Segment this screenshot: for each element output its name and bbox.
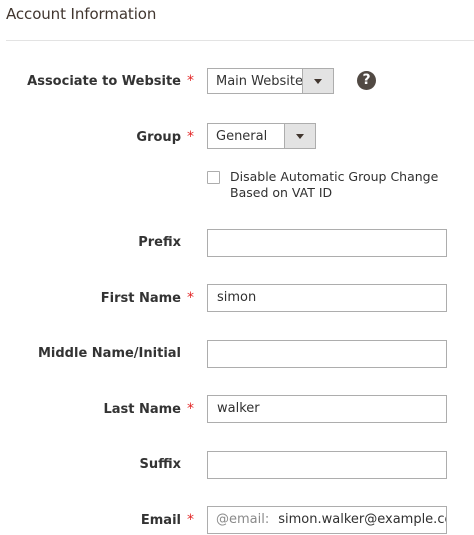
group-label: Group	[136, 130, 181, 145]
group-select[interactable]: General	[207, 123, 316, 149]
email-input[interactable]: @email: simon.walker@example.com	[207, 506, 447, 534]
website-select[interactable]: Main Website	[207, 68, 334, 94]
chevron-down-icon	[296, 134, 304, 139]
section-title: Account Information	[6, 5, 157, 23]
disable-group-change-label[interactable]: Disable Automatic Group Change Based on …	[230, 169, 440, 201]
disable-group-change-checkbox[interactable]	[207, 171, 220, 184]
last-name-label: Last Name	[103, 402, 181, 417]
email-required-marker: *	[187, 512, 194, 528]
group-select-value: General	[216, 129, 268, 144]
website-select-button[interactable]	[302, 69, 333, 93]
first-name-required-marker: *	[187, 290, 194, 306]
prefix-input[interactable]	[207, 229, 447, 257]
website-select-value: Main Website	[216, 74, 303, 89]
last-name-required-marker: *	[187, 401, 194, 417]
group-required-marker: *	[187, 129, 194, 145]
group-select-button[interactable]	[284, 124, 315, 148]
suffix-label: Suffix	[139, 457, 181, 472]
email-value: simon.walker@example.com	[278, 512, 447, 527]
chevron-down-icon	[314, 79, 322, 84]
website-required-marker: *	[187, 73, 194, 89]
middle-name-label: Middle Name/Initial	[37, 346, 181, 361]
middle-name-input[interactable]	[207, 340, 447, 368]
last-name-input[interactable]: walker	[207, 395, 447, 423]
first-name-label: First Name	[100, 291, 181, 306]
first-name-input[interactable]: simon	[207, 284, 447, 312]
email-prefix: @email:	[216, 512, 270, 527]
website-label: Associate to Website	[27, 74, 181, 89]
question-circle-icon[interactable]: ?	[357, 71, 376, 90]
prefix-label: Prefix	[138, 235, 181, 250]
suffix-input[interactable]	[207, 451, 447, 479]
email-label: Email	[140, 513, 181, 528]
section-divider	[6, 40, 474, 41]
